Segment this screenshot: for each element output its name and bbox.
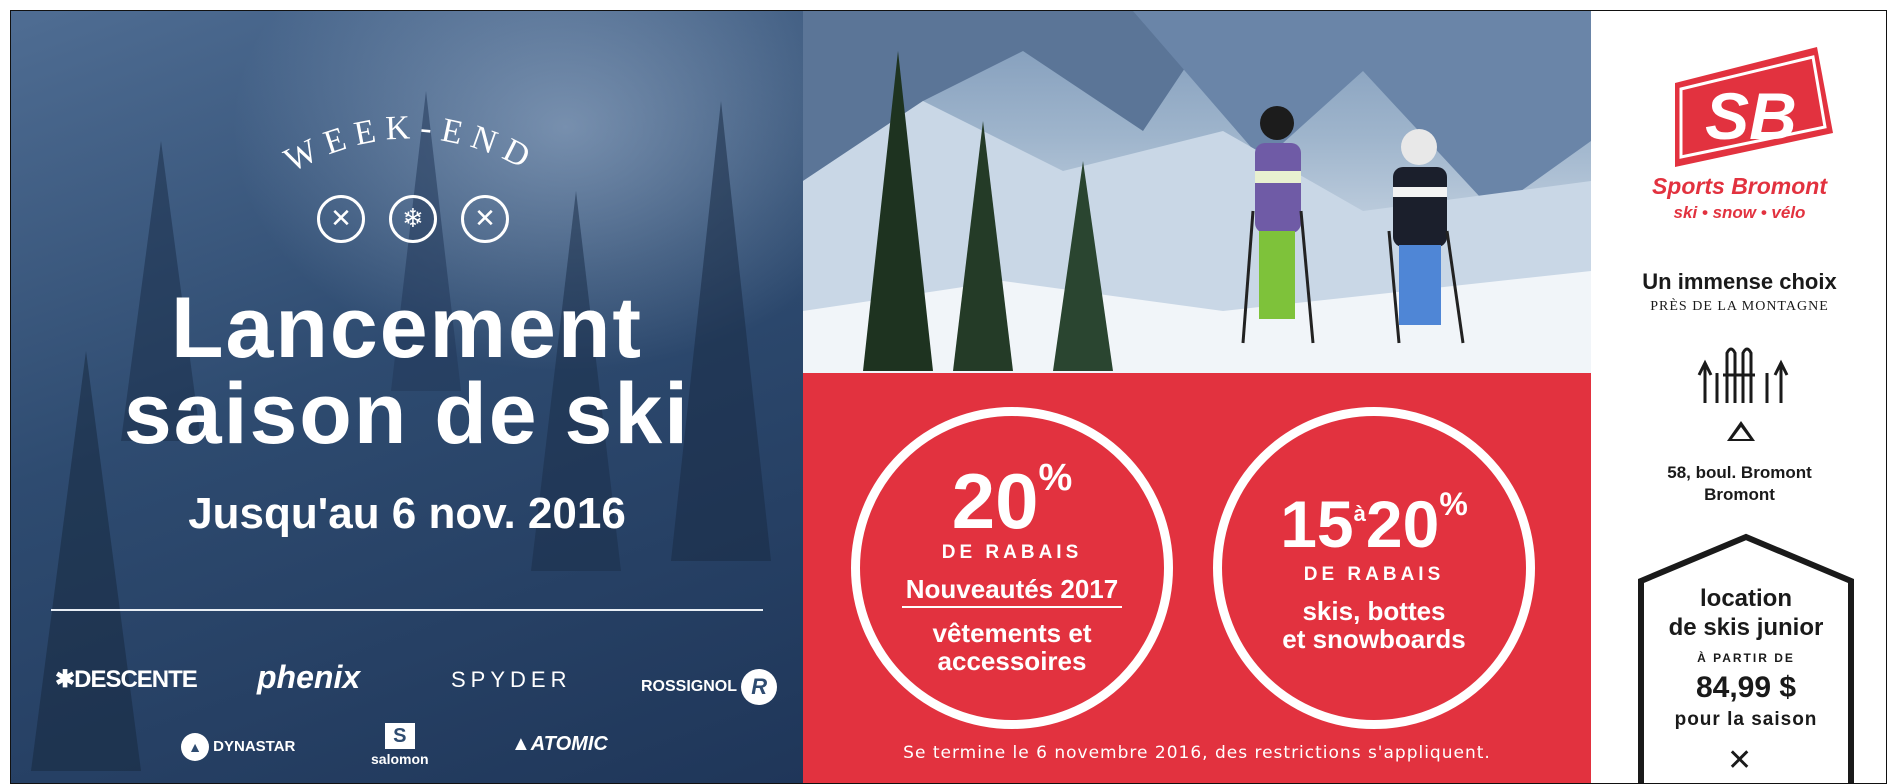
discount-desc-line2: et snowboards <box>1282 624 1466 654</box>
discount-panel: 20% DE RABAIS Nouveautés 2017 vêtements … <box>803 373 1591 783</box>
headline-line1: Lancement <box>170 280 644 376</box>
promo-terms: Se termine le 6 novembre 2016, des restr… <box>903 743 1491 763</box>
store-name: Sports Bromont <box>1651 173 1828 199</box>
ad-banner: WEEK-END ✕ ❄ ✕ Lancement saison de ski J… <box>10 10 1887 784</box>
skis-trees-icon <box>1697 347 1789 403</box>
snowflake-icon: ❄ <box>389 195 437 243</box>
brand-logo-descente: ✱DESCENTE <box>55 666 198 693</box>
crossed-poles-icon: ✕ <box>317 195 365 243</box>
logo-monogram: SB <box>1705 79 1797 153</box>
discount-desc-line1: skis, bottes <box>1302 596 1446 626</box>
dynastar-icon: ▲ <box>181 733 209 761</box>
brand-logo-spyder: SPYDER <box>451 667 572 692</box>
store-info-panel: SB Sports Bromont ski • snow • vélo Un i… <box>1591 11 1886 783</box>
brand-logo-rossignol: ROSSIGNOL R <box>641 669 778 705</box>
discount-circle-equipment: 15à20% DE RABAIS skis, bottes et snowboa… <box>1213 407 1535 729</box>
salomon-s-icon: S <box>384 723 415 749</box>
store-slogan-sub: PRÈS DE LA MONTAGNE <box>1650 299 1829 314</box>
brand-logo-atomic: ▲ATOMIC <box>511 733 608 755</box>
discount-desc-line1: vêtements et <box>932 618 1092 648</box>
divider <box>51 609 763 611</box>
store-tagline: ski • snow • vélo <box>1673 203 1806 222</box>
store-slogan: Un immense choix <box>1642 269 1837 294</box>
promo-end-date: Jusqu'au 6 nov. 2016 <box>188 489 626 538</box>
store-address-city: Bromont <box>1704 485 1775 504</box>
weekend-arc-text: WEEK-END <box>279 109 544 180</box>
discount-label: DE RABAIS <box>1303 564 1445 585</box>
rental-period: pour la saison <box>1674 709 1818 730</box>
mountain-scene <box>803 11 1591 373</box>
rental-price: 84,99 $ <box>1695 671 1797 704</box>
rossignol-r-icon: R <box>741 669 778 705</box>
rental-title-line1: location <box>1699 585 1792 612</box>
skiers-photo <box>803 11 1591 373</box>
headline-line2: saison de ski <box>123 366 691 462</box>
discount-label: DE RABAIS <box>941 542 1083 563</box>
brand-logo-phenix: phenix <box>257 659 361 695</box>
discount-desc-line2: accessoires <box>937 646 1087 676</box>
brand-logo-salomon: Ssalomon <box>371 723 429 767</box>
mountain-icon-inner <box>1732 427 1750 439</box>
discount-range: 15à20% <box>1280 486 1468 561</box>
brand-logo-dynastar: ▲ DYNASTAR <box>181 733 295 761</box>
crossed-skis-icon: ✕ <box>1727 743 1753 778</box>
svg-text:WEEK-END: WEEK-END <box>279 109 544 180</box>
promo-left-panel: WEEK-END ✕ ❄ ✕ Lancement saison de ski J… <box>11 11 803 783</box>
rental-from-label: À PARTIR DE <box>1697 651 1795 665</box>
discount-headline: Nouveautés 2017 <box>860 574 1164 608</box>
discount-circle-apparel: 20% DE RABAIS Nouveautés 2017 vêtements … <box>851 407 1173 729</box>
discount-value: 20% <box>951 457 1073 545</box>
rental-title-line2: de skis junior <box>1668 614 1824 641</box>
crossed-skis-icon: ✕ <box>461 195 509 243</box>
sports-bromont-logo: SB <box>1675 47 1833 167</box>
store-address-street: 58, boul. Bromont <box>1667 463 1812 482</box>
